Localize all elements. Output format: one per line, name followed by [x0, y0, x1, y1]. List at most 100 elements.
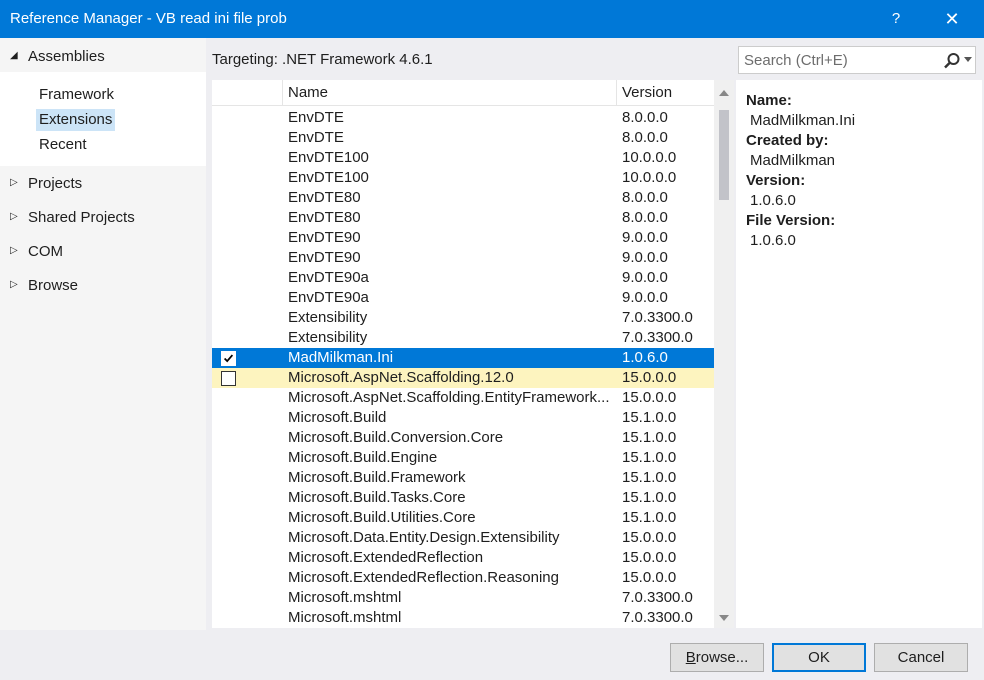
table-row[interactable]: Extensibility 7.0.3300.0: [212, 328, 714, 348]
sidebar-group-browse[interactable]: ▷ Browse: [0, 269, 206, 303]
detail-file-version-label: File Version:: [746, 212, 836, 229]
cell-version: 15.0.0.0: [622, 569, 677, 586]
cell-name: Microsoft.mshtml: [288, 589, 402, 606]
table-row[interactable]: Microsoft.Build.Engine 15.1.0.0: [212, 448, 714, 468]
table-row[interactable]: EnvDTE90a 9.0.0.0: [212, 268, 714, 288]
table-row[interactable]: EnvDTE80 8.0.0.0: [212, 208, 714, 228]
sidebar: ◢ Assemblies Framework Extensions Recent…: [0, 38, 206, 630]
cell-version: 8.0.0.0: [622, 189, 668, 206]
table-row[interactable]: EnvDTE100 10.0.0.0: [212, 148, 714, 168]
table-row[interactable]: EnvDTE90a 9.0.0.0: [212, 288, 714, 308]
table-row[interactable]: Microsoft.Data.Entity.Design.Extensibili…: [212, 528, 714, 548]
column-header-version[interactable]: Version: [616, 80, 704, 106]
help-button[interactable]: ?: [872, 0, 920, 38]
search-box[interactable]: [738, 46, 976, 74]
table-row[interactable]: Microsoft.Build.Tasks.Core 15.1.0.0: [212, 488, 714, 508]
table-row[interactable]: Microsoft.ExtendedReflection 15.0.0.0: [212, 548, 714, 568]
cell-version: 15.0.0.0: [622, 529, 677, 546]
sidebar-group-label: Projects: [28, 175, 83, 192]
table-row[interactable]: MadMilkman.Ini 1.0.6.0: [212, 348, 714, 368]
cell-name: EnvDTE90: [288, 249, 361, 266]
detail-name-value: MadMilkman.Ini: [750, 112, 856, 129]
table-row[interactable]: Microsoft.Build.Conversion.Core 15.1.0.0: [212, 428, 714, 448]
checkbox-checked[interactable]: [221, 351, 236, 366]
sidebar-group-label: COM: [28, 243, 63, 260]
sidebar-item-recent[interactable]: Recent: [36, 134, 90, 156]
collapsed-arrow-icon: ▷: [10, 177, 18, 188]
table-row[interactable]: Microsoft.AspNet.Scaffolding.EntityFrame…: [212, 388, 714, 408]
table-row[interactable]: EnvDTE80 8.0.0.0: [212, 188, 714, 208]
cell-name: EnvDTE80: [288, 209, 361, 226]
search-dropdown-icon[interactable]: [964, 57, 972, 62]
sidebar-group-projects[interactable]: ▷ Projects: [0, 167, 206, 201]
cell-version: 9.0.0.0: [622, 269, 668, 286]
cell-name: Extensibility: [288, 329, 368, 346]
cell-name: Microsoft.mshtml: [288, 609, 402, 626]
vertical-scrollbar[interactable]: [714, 80, 734, 628]
sidebar-item-extensions[interactable]: Extensions: [36, 109, 116, 131]
scroll-thumb[interactable]: [719, 110, 729, 200]
table-row[interactable]: Microsoft.AspNet.Scaffolding.12.0 15.0.0.…: [212, 368, 714, 388]
cell-version: 7.0.3300.0: [622, 589, 693, 606]
cell-version: 8.0.0.0: [622, 129, 668, 146]
table-row[interactable]: EnvDTE 8.0.0.0: [212, 108, 714, 128]
collapsed-arrow-icon: ▷: [10, 245, 18, 256]
cancel-button[interactable]: Cancel: [874, 643, 968, 672]
cell-name: EnvDTE90a: [288, 269, 369, 286]
table-row[interactable]: EnvDTE90 9.0.0.0: [212, 248, 714, 268]
detail-version-label: Version:: [746, 172, 806, 189]
detail-created-label: Created by:: [746, 132, 829, 149]
browse-button[interactable]: Browse...: [670, 643, 764, 672]
scroll-up-icon[interactable]: [719, 90, 729, 96]
search-input[interactable]: [744, 50, 934, 70]
cell-version: 8.0.0.0: [622, 109, 668, 126]
sidebar-group-label: Browse: [28, 277, 79, 294]
table-row[interactable]: Microsoft.mshtml 7.0.3300.0: [212, 608, 714, 628]
table-row[interactable]: Microsoft.Build.Utilities.Core 15.1.0.0: [212, 508, 714, 528]
scroll-down-icon[interactable]: [719, 615, 729, 621]
cell-version: 15.0.0.0: [622, 549, 677, 566]
table-row[interactable]: EnvDTE 8.0.0.0: [212, 128, 714, 148]
cell-name: Microsoft.ExtendedReflection: [288, 549, 484, 566]
cell-version: 15.1.0.0: [622, 489, 677, 506]
table-row[interactable]: Extensibility 7.0.3300.0: [212, 308, 714, 328]
cell-name: Microsoft.AspNet.Scaffolding.EntityFrame…: [288, 389, 610, 406]
cell-version: 15.1.0.0: [622, 409, 677, 426]
cell-name: MadMilkman.Ini: [288, 349, 394, 366]
sidebar-group-com[interactable]: ▷ COM: [0, 235, 206, 269]
assemblies-subitems: Framework Extensions Recent: [0, 72, 206, 166]
sidebar-item-framework[interactable]: Framework: [36, 84, 117, 106]
collapsed-arrow-icon: ▷: [10, 211, 18, 222]
targeting-label: Targeting: .NET Framework 4.6.1: [212, 51, 433, 68]
collapsed-arrow-icon: ▷: [10, 279, 18, 290]
table-row[interactable]: EnvDTE100 10.0.0.0: [212, 168, 714, 188]
cell-version: 15.1.0.0: [622, 509, 677, 526]
sidebar-group-assemblies[interactable]: ◢ Assemblies: [0, 40, 206, 74]
table-row[interactable]: Microsoft.mshtml 7.0.3300.0: [212, 588, 714, 608]
cell-name: Microsoft.ExtendedReflection.Reasoning: [288, 569, 559, 586]
detail-created-value: MadMilkman: [750, 152, 836, 169]
cell-name: Microsoft.Build: [288, 409, 387, 426]
cell-name: Microsoft.Build.Conversion.Core: [288, 429, 504, 446]
detail-name-label: Name:: [746, 92, 792, 109]
table-row[interactable]: Microsoft.ExtendedReflection.Reasoning 15…: [212, 568, 714, 588]
cell-version: 7.0.3300.0: [622, 329, 693, 346]
cell-version: 10.0.0.0: [622, 169, 677, 186]
checkbox[interactable]: [221, 371, 236, 386]
assembly-table: Name Version EnvDTE 8.0.0.0 EnvDTE 8.0.0.0 E…: [212, 80, 714, 628]
table-row[interactable]: Microsoft.Build 15.1.0.0: [212, 408, 714, 428]
table-header: Name Version: [212, 80, 714, 106]
cell-version: 15.1.0.0: [622, 469, 677, 486]
table-row[interactable]: Microsoft.Build.Framework 15.1.0.0: [212, 468, 714, 488]
cell-name: EnvDTE: [288, 109, 344, 126]
cell-version: 8.0.0.0: [622, 209, 668, 226]
search-icon[interactable]: [942, 51, 962, 71]
cell-version: 9.0.0.0: [622, 289, 668, 306]
column-header-name[interactable]: Name: [282, 80, 616, 106]
close-button[interactable]: ✕: [928, 0, 976, 38]
table-row[interactable]: EnvDTE90 9.0.0.0: [212, 228, 714, 248]
browse-button-label: rowse...: [695, 649, 749, 666]
ok-button[interactable]: OK: [772, 643, 866, 672]
sidebar-group-shared-projects[interactable]: ▷ Shared Projects: [0, 201, 206, 235]
detail-version-value: 1.0.6.0: [750, 192, 796, 209]
